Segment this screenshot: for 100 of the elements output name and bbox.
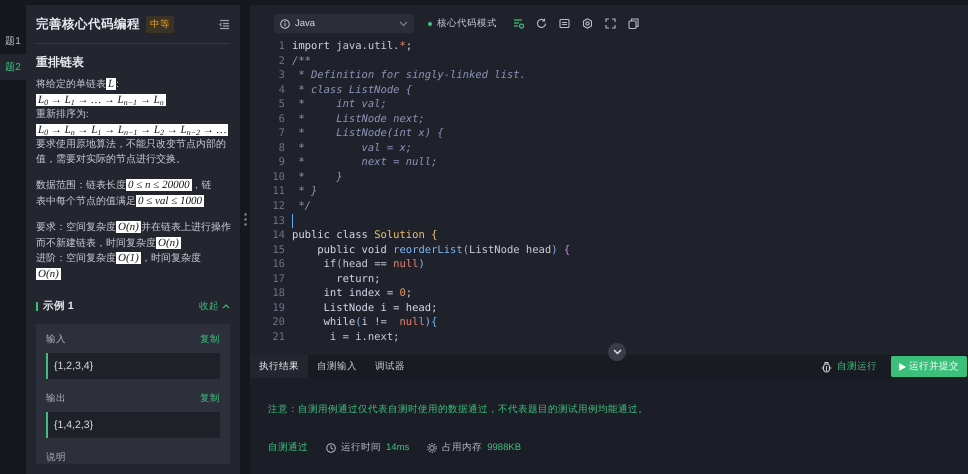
field-label: 输出: [46, 392, 66, 404]
chevron-up-icon: [222, 303, 230, 309]
line-number: 20: [271, 315, 286, 330]
field-label: 说明: [46, 450, 66, 464]
code-line: */: [297, 199, 311, 214]
mode-label: 核心代码模式: [437, 17, 497, 30]
line-number: 3: [278, 68, 286, 83]
bug-icon: [821, 360, 832, 372]
question-tab[interactable]: 题2: [0, 54, 26, 80]
code-line: * val = x;: [297, 140, 412, 156]
drag-handle-icon[interactable]: [244, 213, 246, 226]
line-number: 18: [271, 286, 286, 301]
line-number: 2: [278, 54, 286, 68]
math-formula: 0 ≤ n ≤ 20000: [126, 179, 192, 191]
copy-link[interactable]: 复制: [200, 332, 220, 346]
math-formula: 0 ≤ val ≤ 1000: [136, 194, 204, 206]
clock-icon: [326, 442, 336, 452]
result-tab[interactable]: 执行结果: [250, 355, 308, 378]
description-text: 重新排序为:: [36, 109, 89, 120]
description-text: 而不新建链表，时间复杂度: [36, 238, 156, 248]
question-tab[interactable]: 题1: [0, 28, 26, 54]
line-number: 9: [278, 155, 286, 170]
description-text: ，时间复杂度: [140, 253, 201, 264]
math-formula: O(1): [116, 252, 141, 264]
collapse-toggle[interactable]: 收起: [199, 300, 230, 312]
code-line: * int val;: [297, 97, 387, 112]
line-number: 11: [271, 184, 286, 200]
line-number: 8: [278, 140, 286, 156]
result-tab[interactable]: 自测输入: [308, 355, 366, 378]
line-number: 10: [271, 170, 286, 184]
line-number: 6: [278, 112, 286, 126]
example-value: {1,4,2,3}: [46, 412, 220, 438]
problem-title: 完善核心代码编程: [36, 16, 140, 32]
play-icon: [899, 362, 906, 370]
code-line: * ListNode next;: [297, 112, 425, 126]
description-text: 要求：空间复杂度: [36, 222, 116, 233]
code-line: public void reorderList(ListNode head) {: [316, 242, 570, 258]
example-value: {1,2,3,4}: [46, 353, 220, 379]
line-number: 19: [271, 300, 286, 316]
description-text: :: [116, 79, 119, 90]
code-list-icon[interactable]: [513, 18, 524, 29]
line-number: 14: [271, 228, 286, 243]
line-number: 21: [271, 330, 286, 344]
description-text: 表中每个节点的值满足: [36, 196, 136, 206]
result-tab[interactable]: 调试器: [366, 355, 414, 378]
code-line: return;: [335, 272, 381, 286]
code-line: * next = null;: [297, 155, 438, 170]
line-number: 17: [271, 272, 286, 286]
description-text: 数据范围：链表长度: [36, 180, 126, 191]
time-label: 运行时间: [341, 441, 381, 454]
status-dot: [428, 22, 432, 26]
math-formula: O(n): [116, 221, 141, 233]
code-line: int index = 0;: [322, 286, 412, 301]
fullscreen-icon[interactable]: [605, 18, 616, 29]
settings-icon[interactable]: [582, 18, 593, 29]
language-select[interactable]: Java: [274, 14, 414, 33]
self-test-button[interactable]: 自测运行: [821, 360, 877, 373]
chip-icon: [427, 442, 438, 452]
line-number: 1: [278, 39, 286, 54]
field-label: 输入: [46, 332, 66, 346]
panel-icon[interactable]: [559, 18, 570, 29]
code-line: ListNode i = head;: [322, 300, 438, 316]
code-line: if(head == null): [322, 257, 425, 272]
problem-heading: 重排链表: [36, 54, 85, 71]
line-number: 4: [278, 82, 286, 98]
math-formula: L$_{0}$ → L$_{n}$ → L$_{1}$ → L$_{n−1}$ → L$_{2}$ → L$_{n−2}$ → …: [36, 124, 228, 136]
copy-icon[interactable]: [628, 18, 639, 29]
code-line: i = i.next;: [328, 330, 400, 344]
line-number: 7: [278, 126, 286, 141]
collapse-panel-icon[interactable]: [219, 18, 230, 30]
description-text: 并在链表上进行操作: [140, 222, 231, 233]
code-line: * Definition for singly-linked list.: [297, 68, 526, 83]
line-number: 16: [271, 257, 286, 272]
math-formula: O(n): [36, 268, 61, 280]
line-number: 12: [271, 199, 286, 214]
code-line: * }: [297, 170, 343, 184]
memory-label: 占用内存: [442, 441, 482, 454]
copy-link[interactable]: 复制: [200, 392, 220, 404]
code-line: * }: [297, 184, 318, 200]
code-line: * ListNode(int x) {: [297, 126, 444, 141]
math-formula: L$_{0}$ → L$_{1}$ → … → L$_{n−1}$ → L$_{n}$: [36, 94, 166, 106]
description-text: 进阶：空间复杂度: [36, 253, 116, 264]
code-line: * class ListNode {: [297, 82, 412, 98]
refresh-icon[interactable]: [536, 18, 547, 29]
code-line: public class Solution {: [292, 228, 438, 243]
scroll-down-button[interactable]: [608, 343, 626, 361]
memory-value: 9988KB: [487, 442, 522, 453]
time-value: 14ms: [386, 442, 410, 453]
description-text: ，链: [192, 180, 212, 191]
section-marker: [36, 302, 38, 310]
chevron-down-icon: [612, 349, 622, 355]
code-line: import java.util.*;: [292, 39, 412, 54]
description-text: 值，需要对实际的节点进行交换。: [36, 154, 186, 164]
example-title: 示例 1: [43, 299, 74, 313]
line-number: 15: [271, 242, 286, 258]
math-formula: L: [106, 78, 116, 90]
chevron-down-icon: [399, 20, 408, 26]
code-line: /**: [292, 54, 311, 68]
description-text: 要求使用原地算法，不能只改变节点内部的: [36, 139, 226, 150]
info-icon: [280, 18, 290, 28]
